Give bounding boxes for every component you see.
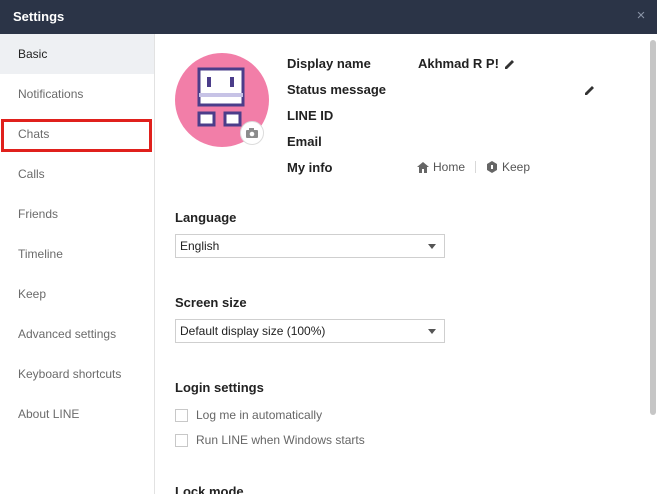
run-on-startup-label: Run LINE when Windows starts: [196, 433, 365, 447]
camera-icon: [246, 128, 258, 138]
sidebar-item-about-line[interactable]: About LINE: [0, 394, 154, 434]
sidebar-item-friends[interactable]: Friends: [0, 194, 154, 234]
close-icon[interactable]: ×: [635, 8, 647, 24]
chevron-down-icon: [428, 329, 436, 334]
profile-avatar[interactable]: [175, 53, 269, 147]
change-photo-button[interactable]: [240, 121, 264, 145]
scrollbar-thumb[interactable]: [650, 40, 656, 415]
home-icon: [417, 161, 429, 173]
sidebar-item-timeline[interactable]: Timeline: [0, 234, 154, 274]
sidebar-item-keep[interactable]: Keep: [0, 274, 154, 314]
keep-icon: [487, 161, 497, 173]
content-scrollbar[interactable]: [649, 34, 657, 494]
sidebar-item-advanced-settings[interactable]: Advanced settings: [0, 314, 154, 354]
edit-display-name-icon[interactable]: [504, 58, 516, 70]
lock-mode-section-title: Lock mode: [175, 484, 244, 494]
display-name-value: Akhmad R P!: [418, 56, 499, 71]
language-section-title: Language: [175, 210, 237, 225]
status-message-label: Status message: [287, 82, 386, 97]
home-link[interactable]: Home: [417, 160, 465, 174]
keep-link-label: Keep: [502, 160, 531, 174]
line-id-label: LINE ID: [287, 108, 334, 123]
edit-status-message-icon[interactable]: [584, 84, 596, 96]
home-link-label: Home: [433, 160, 466, 174]
settings-sidebar: Basic Notifications Chats Calls Friends …: [0, 34, 155, 494]
title-bar: Settings ×: [0, 0, 657, 34]
settings-content: Display name Akhmad R P! Status message …: [156, 34, 649, 494]
my-info-label: My info: [287, 160, 333, 175]
email-label: Email: [287, 134, 322, 149]
display-name-label: Display name: [287, 56, 371, 71]
login-settings-section-title: Login settings: [175, 380, 264, 395]
link-separator: [475, 161, 476, 173]
sidebar-item-notifications[interactable]: Notifications: [0, 74, 154, 114]
run-on-startup-checkbox[interactable]: [175, 433, 188, 447]
sidebar-item-keyboard-shortcuts[interactable]: Keyboard shortcuts: [0, 354, 154, 394]
language-selected-value: English: [180, 239, 220, 253]
window-title: Settings: [13, 9, 65, 24]
sidebar-item-calls[interactable]: Calls: [0, 154, 154, 194]
keep-link[interactable]: Keep: [486, 160, 530, 174]
run-on-startup-option[interactable]: Run LINE when Windows starts: [175, 433, 365, 447]
sidebar-item-chats[interactable]: Chats: [1, 119, 152, 152]
screen-size-section-title: Screen size: [175, 295, 247, 310]
screen-size-select[interactable]: Default display size (100%): [175, 319, 445, 343]
language-select[interactable]: English: [175, 234, 445, 258]
auto-login-label: Log me in automatically: [196, 408, 323, 422]
sidebar-item-basic[interactable]: Basic: [0, 34, 154, 74]
screen-size-selected-value: Default display size (100%): [180, 324, 326, 338]
auto-login-option[interactable]: Log me in automatically: [175, 408, 322, 422]
auto-login-checkbox[interactable]: [175, 408, 188, 422]
chevron-down-icon: [428, 244, 436, 249]
